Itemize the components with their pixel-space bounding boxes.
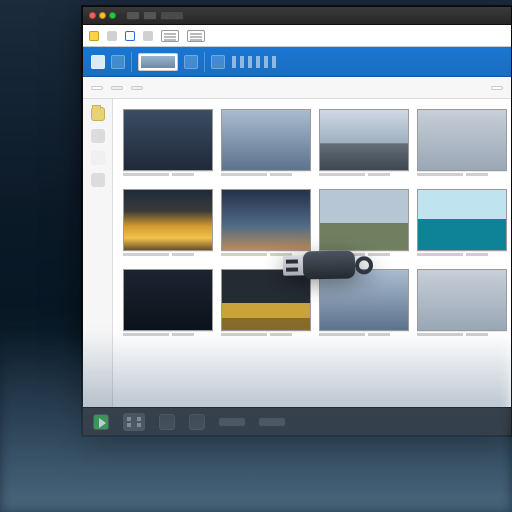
status-button[interactable] bbox=[189, 414, 205, 430]
breadcrumb-chip[interactable] bbox=[131, 86, 143, 90]
usb-drive-overlay[interactable] bbox=[283, 244, 368, 285]
photo-2[interactable] bbox=[221, 109, 311, 171]
menu-button[interactable] bbox=[125, 31, 135, 41]
sidebar bbox=[83, 99, 113, 407]
ribbon-button[interactable] bbox=[91, 55, 105, 69]
thumbnail-cell[interactable] bbox=[417, 269, 507, 341]
thumbnail-caption bbox=[123, 173, 213, 181]
tick-icon bbox=[256, 56, 260, 68]
photo-9[interactable] bbox=[123, 269, 213, 331]
titlebar-pill[interactable] bbox=[126, 11, 140, 20]
desktop-wallpaper bbox=[0, 0, 512, 512]
ribbon bbox=[83, 47, 511, 77]
tick-icon bbox=[232, 56, 236, 68]
usb-body-icon bbox=[303, 250, 355, 279]
ribbon-scale bbox=[231, 56, 276, 68]
photo-3[interactable] bbox=[319, 109, 409, 171]
menu-button[interactable] bbox=[89, 31, 99, 41]
thumbnail-cell[interactable] bbox=[417, 189, 507, 261]
thumbnail-caption bbox=[319, 333, 409, 341]
usb-plug-icon bbox=[283, 255, 305, 275]
sidebar-item[interactable] bbox=[91, 173, 105, 187]
titlebar[interactable] bbox=[83, 7, 511, 25]
play-button[interactable] bbox=[93, 414, 109, 430]
ribbon-button[interactable] bbox=[111, 55, 125, 69]
menu-button[interactable] bbox=[187, 30, 205, 42]
thumbnail-cell[interactable] bbox=[221, 109, 311, 181]
photo-5[interactable] bbox=[123, 189, 213, 251]
thumbnail-cell[interactable] bbox=[123, 189, 213, 261]
tick-icon bbox=[264, 56, 268, 68]
ribbon-button[interactable] bbox=[211, 55, 225, 69]
minimize-icon[interactable] bbox=[99, 12, 106, 19]
maximize-icon[interactable] bbox=[109, 12, 116, 19]
photo-7[interactable] bbox=[319, 189, 409, 251]
breadcrumb-chip[interactable] bbox=[111, 86, 123, 90]
titlebar-pill[interactable] bbox=[160, 11, 184, 20]
folder-icon[interactable] bbox=[91, 107, 105, 121]
app-window bbox=[82, 6, 512, 436]
tick-icon bbox=[240, 56, 244, 68]
photo-1[interactable] bbox=[123, 109, 213, 171]
thumbnail-cell[interactable] bbox=[319, 109, 409, 181]
status-label bbox=[259, 418, 285, 426]
thumbnail-grid bbox=[113, 99, 511, 347]
ribbon-separator bbox=[131, 52, 132, 72]
photo-6[interactable] bbox=[221, 189, 311, 251]
thumbnail-caption bbox=[123, 253, 213, 261]
menu-button[interactable] bbox=[107, 31, 117, 41]
thumbnail-caption bbox=[123, 333, 213, 341]
breadcrumb-chip[interactable] bbox=[91, 86, 103, 90]
breadcrumb-bar bbox=[83, 77, 511, 99]
tick-icon bbox=[272, 56, 276, 68]
sidebar-item[interactable] bbox=[91, 129, 105, 143]
ribbon-separator bbox=[204, 52, 205, 72]
thumbnail-cell[interactable] bbox=[417, 109, 507, 181]
photo-8[interactable] bbox=[417, 189, 507, 251]
view-toggle[interactable] bbox=[491, 86, 503, 90]
menubar bbox=[83, 25, 511, 47]
thumbnail-caption bbox=[417, 253, 507, 261]
ribbon-button[interactable] bbox=[184, 55, 198, 69]
thumbnail-caption bbox=[417, 173, 507, 181]
photo-12[interactable] bbox=[417, 269, 507, 331]
menu-button[interactable] bbox=[161, 30, 179, 42]
thumbnail-cell[interactable] bbox=[123, 109, 213, 181]
grid-view-button[interactable] bbox=[123, 413, 145, 431]
status-button[interactable] bbox=[159, 414, 175, 430]
thumbnail-caption bbox=[221, 173, 311, 181]
photo-4[interactable] bbox=[417, 109, 507, 171]
status-label bbox=[219, 418, 245, 426]
tick-icon bbox=[248, 56, 252, 68]
menu-button[interactable] bbox=[143, 31, 153, 41]
thumbnail-cell[interactable] bbox=[123, 269, 213, 341]
favorites-icon[interactable] bbox=[91, 151, 105, 165]
close-icon[interactable] bbox=[89, 12, 96, 19]
status-bar bbox=[83, 407, 511, 435]
window-controls bbox=[89, 12, 116, 19]
titlebar-pill[interactable] bbox=[143, 11, 157, 20]
thumbnail-caption bbox=[319, 173, 409, 181]
ribbon-preview-button[interactable] bbox=[138, 53, 178, 71]
thumbnail-caption bbox=[417, 333, 507, 341]
titlebar-tabs bbox=[126, 11, 184, 20]
thumbnail-caption bbox=[221, 333, 311, 341]
